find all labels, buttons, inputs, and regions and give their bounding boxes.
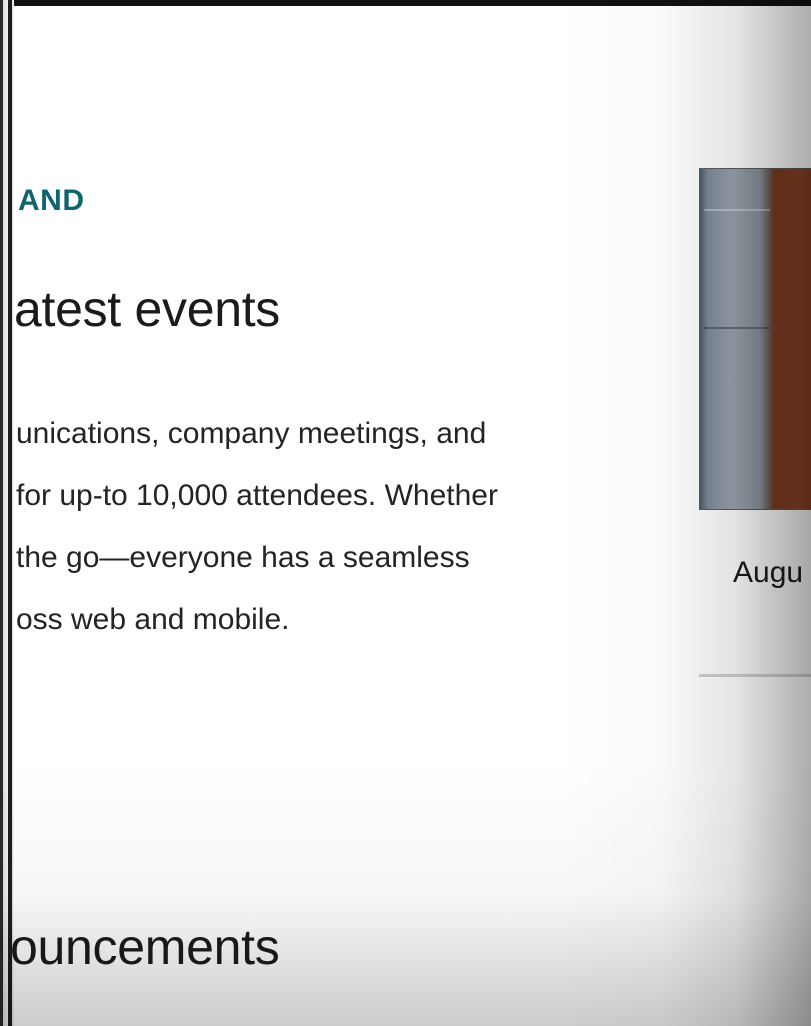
window-left-border <box>0 0 14 1026</box>
events-description: unications, company meetings, and for up… <box>16 403 656 651</box>
edge-vignette-bottom <box>0 760 811 1026</box>
description-line: unications, company meetings, and <box>16 417 487 450</box>
event-card[interactable]: Augu <box>699 168 811 680</box>
event-card-divider <box>699 674 811 677</box>
event-card-date: Augu <box>733 556 804 589</box>
announcements-heading: ouncements <box>10 919 280 975</box>
event-card-body <box>699 510 811 676</box>
event-card-image <box>699 168 811 510</box>
description-line: oss web and mobile. <box>16 603 290 636</box>
screen: AND atest events unications, company mee… <box>0 0 811 1026</box>
description-line: the go—everyone has a seamless <box>16 541 470 574</box>
window-top-border <box>0 0 811 6</box>
description-line: for up-to 10,000 attendees. Whether <box>16 479 498 512</box>
section-eyebrow: AND <box>18 184 85 217</box>
events-heading: atest events <box>14 281 281 337</box>
